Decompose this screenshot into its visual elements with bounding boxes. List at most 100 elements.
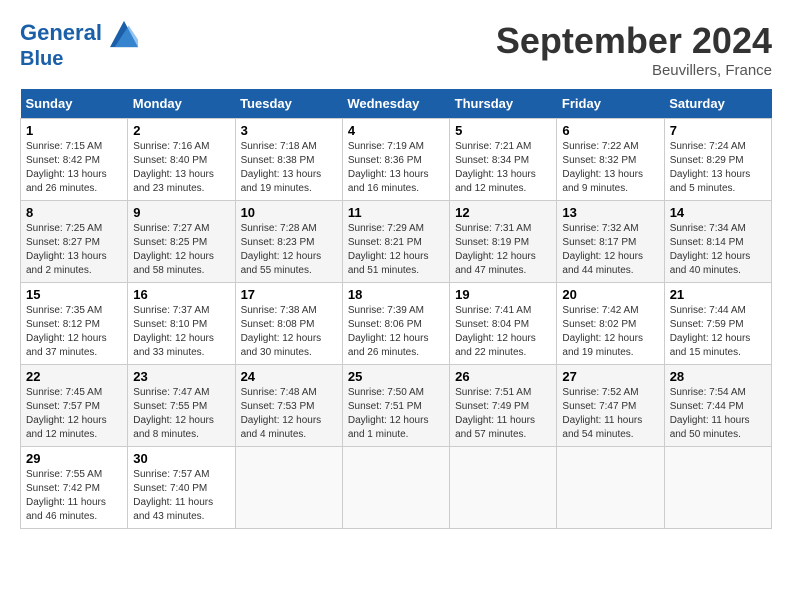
day-number: 21 <box>670 287 766 302</box>
day-info: Sunrise: 7:25 AM Sunset: 8:27 PM Dayligh… <box>26 222 122 278</box>
day-number: 4 <box>348 123 444 138</box>
day-info: Sunrise: 7:44 AM Sunset: 7:59 PM Dayligh… <box>670 304 766 360</box>
logo-icon <box>110 20 138 48</box>
calendar-cell: 1 Sunrise: 7:15 AM Sunset: 8:42 PM Daylig… <box>21 119 128 201</box>
day-number: 23 <box>133 369 229 384</box>
calendar-cell: 28Sunrise: 7:54 AM Sunset: 7:44 PM Dayli… <box>664 365 771 447</box>
calendar-cell: 9 Sunrise: 7:27 AM Sunset: 8:25 PM Daylig… <box>128 201 235 283</box>
day-info: Sunrise: 7:22 AM Sunset: 8:32 PM Dayligh… <box>562 140 658 196</box>
day-number: 5 <box>455 123 551 138</box>
day-number: 6 <box>562 123 658 138</box>
logo-text: General <box>20 20 138 48</box>
day-number: 9 <box>133 205 229 220</box>
calendar-body: 1 Sunrise: 7:15 AM Sunset: 8:42 PM Daylig… <box>21 119 772 529</box>
day-info: Sunrise: 7:35 AM Sunset: 8:12 PM Dayligh… <box>26 304 122 360</box>
calendar-cell <box>342 447 449 529</box>
title-block: September 2024 Beuvillers, France <box>496 20 772 79</box>
day-info: Sunrise: 7:50 AM Sunset: 7:51 PM Dayligh… <box>348 386 444 442</box>
calendar-cell: 16 Sunrise: 7:37 AM Sunset: 8:10 PM Dayli… <box>128 283 235 365</box>
day-info: Sunrise: 7:31 AM Sunset: 8:19 PM Dayligh… <box>455 222 551 278</box>
calendar-week-row: 1 Sunrise: 7:15 AM Sunset: 8:42 PM Daylig… <box>21 119 772 201</box>
calendar-cell: 14Sunrise: 7:34 AM Sunset: 8:14 PM Dayli… <box>664 201 771 283</box>
calendar-table: SundayMondayTuesdayWednesdayThursdayFrid… <box>20 89 772 529</box>
logo: General Blue <box>20 20 138 70</box>
calendar-week-row: 15 Sunrise: 7:35 AM Sunset: 8:12 PM Dayli… <box>21 283 772 365</box>
day-info: Sunrise: 7:52 AM Sunset: 7:47 PM Dayligh… <box>562 386 658 442</box>
day-info: Sunrise: 7:45 AM Sunset: 7:57 PM Dayligh… <box>26 386 122 442</box>
day-number: 27 <box>562 369 658 384</box>
calendar-cell: 25 Sunrise: 7:50 AM Sunset: 7:51 PM Dayli… <box>342 365 449 447</box>
day-info: Sunrise: 7:57 AM Sunset: 7:40 PM Dayligh… <box>133 468 229 524</box>
calendar-week-row: 22 Sunrise: 7:45 AM Sunset: 7:57 PM Dayli… <box>21 365 772 447</box>
calendar-week-row: 29 Sunrise: 7:55 AM Sunset: 7:42 PM Dayli… <box>21 447 772 529</box>
day-number: 26 <box>455 369 551 384</box>
day-number: 30 <box>133 451 229 466</box>
day-number: 11 <box>348 205 444 220</box>
month-title: September 2024 <box>496 20 772 62</box>
calendar-cell: 22 Sunrise: 7:45 AM Sunset: 7:57 PM Dayli… <box>21 365 128 447</box>
calendar-cell: 19Sunrise: 7:41 AM Sunset: 8:04 PM Dayli… <box>450 283 557 365</box>
day-number: 24 <box>241 369 337 384</box>
day-number: 2 <box>133 123 229 138</box>
day-number: 16 <box>133 287 229 302</box>
calendar-cell: 26 Sunrise: 7:51 AM Sunset: 7:49 PM Dayli… <box>450 365 557 447</box>
calendar-cell <box>235 447 342 529</box>
day-number: 12 <box>455 205 551 220</box>
calendar-cell <box>450 447 557 529</box>
calendar-cell: 13 Sunrise: 7:32 AM Sunset: 8:17 PM Dayli… <box>557 201 664 283</box>
calendar-cell: 17 Sunrise: 7:38 AM Sunset: 8:08 PM Dayli… <box>235 283 342 365</box>
day-number: 8 <box>26 205 122 220</box>
day-number: 17 <box>241 287 337 302</box>
day-info: Sunrise: 7:16 AM Sunset: 8:40 PM Dayligh… <box>133 140 229 196</box>
header-day-thursday: Thursday <box>450 89 557 119</box>
day-info: Sunrise: 7:38 AM Sunset: 8:08 PM Dayligh… <box>241 304 337 360</box>
day-number: 10 <box>241 205 337 220</box>
day-number: 20 <box>562 287 658 302</box>
day-info: Sunrise: 7:47 AM Sunset: 7:55 PM Dayligh… <box>133 386 229 442</box>
day-number: 15 <box>26 287 122 302</box>
day-info: Sunrise: 7:21 AM Sunset: 8:34 PM Dayligh… <box>455 140 551 196</box>
day-info: Sunrise: 7:15 AM Sunset: 8:42 PM Dayligh… <box>26 140 122 196</box>
calendar-cell: 27 Sunrise: 7:52 AM Sunset: 7:47 PM Dayli… <box>557 365 664 447</box>
location: Beuvillers, France <box>496 62 772 79</box>
day-number: 28 <box>670 369 766 384</box>
calendar-cell: 7Sunrise: 7:24 AM Sunset: 8:29 PM Daylig… <box>664 119 771 201</box>
day-info: Sunrise: 7:18 AM Sunset: 8:38 PM Dayligh… <box>241 140 337 196</box>
calendar-cell: 30 Sunrise: 7:57 AM Sunset: 7:40 PM Dayli… <box>128 447 235 529</box>
day-info: Sunrise: 7:27 AM Sunset: 8:25 PM Dayligh… <box>133 222 229 278</box>
day-number: 1 <box>26 123 122 138</box>
day-info: Sunrise: 7:55 AM Sunset: 7:42 PM Dayligh… <box>26 468 122 524</box>
calendar-cell: 18Sunrise: 7:39 AM Sunset: 8:06 PM Dayli… <box>342 283 449 365</box>
calendar-cell: 23 Sunrise: 7:47 AM Sunset: 7:55 PM Dayli… <box>128 365 235 447</box>
calendar-cell: 24 Sunrise: 7:48 AM Sunset: 7:53 PM Dayli… <box>235 365 342 447</box>
header-day-monday: Monday <box>128 89 235 119</box>
logo-blue-text: Blue <box>20 48 138 70</box>
day-info: Sunrise: 7:32 AM Sunset: 8:17 PM Dayligh… <box>562 222 658 278</box>
day-info: Sunrise: 7:39 AM Sunset: 8:06 PM Dayligh… <box>348 304 444 360</box>
header-day-saturday: Saturday <box>664 89 771 119</box>
day-number: 29 <box>26 451 122 466</box>
page-header: General Blue September 2024 Beuvillers, … <box>20 20 772 79</box>
calendar-cell <box>664 447 771 529</box>
day-info: Sunrise: 7:48 AM Sunset: 7:53 PM Dayligh… <box>241 386 337 442</box>
header-day-wednesday: Wednesday <box>342 89 449 119</box>
calendar-header-row: SundayMondayTuesdayWednesdayThursdayFrid… <box>21 89 772 119</box>
day-info: Sunrise: 7:51 AM Sunset: 7:49 PM Dayligh… <box>455 386 551 442</box>
calendar-week-row: 8 Sunrise: 7:25 AM Sunset: 8:27 PM Daylig… <box>21 201 772 283</box>
calendar-cell: 6 Sunrise: 7:22 AM Sunset: 8:32 PM Daylig… <box>557 119 664 201</box>
day-number: 14 <box>670 205 766 220</box>
calendar-cell: 15 Sunrise: 7:35 AM Sunset: 8:12 PM Dayli… <box>21 283 128 365</box>
header-day-tuesday: Tuesday <box>235 89 342 119</box>
calendar-cell: 10Sunrise: 7:28 AM Sunset: 8:23 PM Dayli… <box>235 201 342 283</box>
day-number: 25 <box>348 369 444 384</box>
day-number: 3 <box>241 123 337 138</box>
calendar-cell: 4Sunrise: 7:19 AM Sunset: 8:36 PM Daylig… <box>342 119 449 201</box>
day-number: 22 <box>26 369 122 384</box>
day-info: Sunrise: 7:37 AM Sunset: 8:10 PM Dayligh… <box>133 304 229 360</box>
calendar-cell: 3 Sunrise: 7:18 AM Sunset: 8:38 PM Daylig… <box>235 119 342 201</box>
day-info: Sunrise: 7:41 AM Sunset: 8:04 PM Dayligh… <box>455 304 551 360</box>
calendar-cell: 2 Sunrise: 7:16 AM Sunset: 8:40 PM Daylig… <box>128 119 235 201</box>
day-number: 13 <box>562 205 658 220</box>
header-day-friday: Friday <box>557 89 664 119</box>
calendar-cell: 12 Sunrise: 7:31 AM Sunset: 8:19 PM Dayli… <box>450 201 557 283</box>
